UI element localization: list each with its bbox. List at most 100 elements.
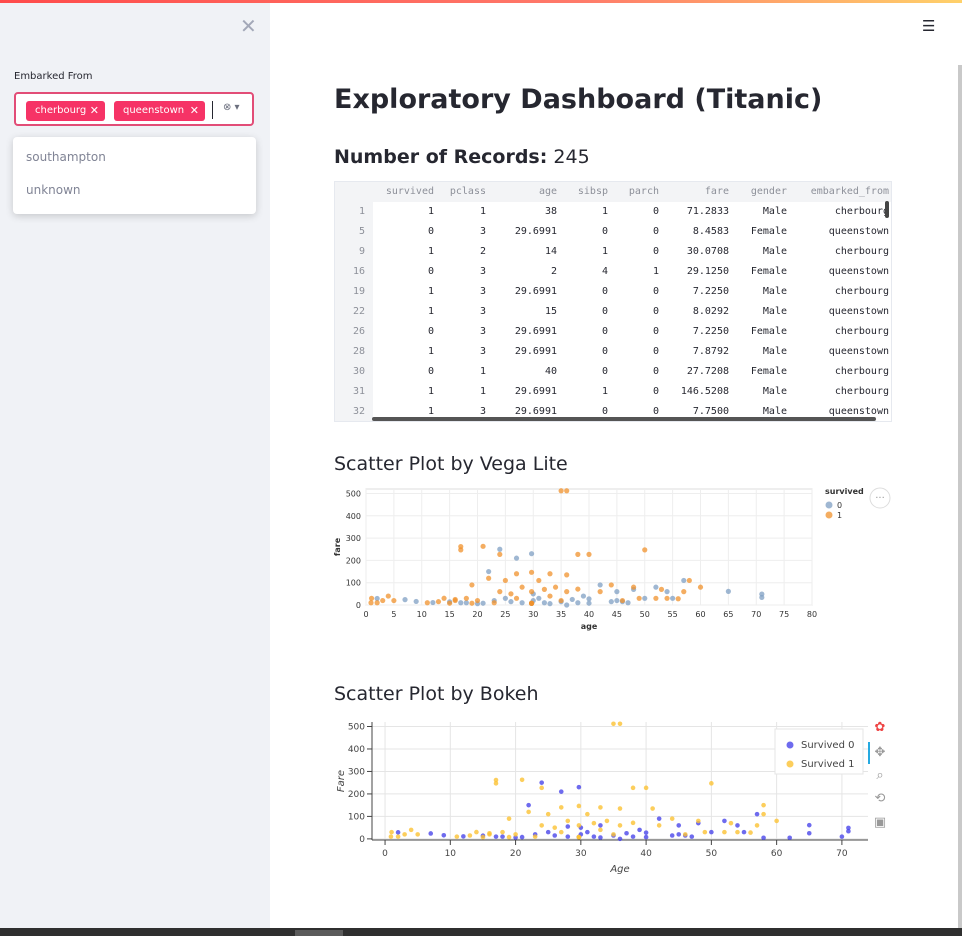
chip-remove-icon[interactable]: ✕ xyxy=(190,101,199,121)
table-horizontal-scrollbar[interactable] xyxy=(372,417,876,421)
save-icon[interactable]: ▣ xyxy=(874,815,886,830)
x-tick-label: 50 xyxy=(706,849,718,859)
column-header[interactable]: gender xyxy=(751,186,787,197)
data-point xyxy=(675,596,681,602)
data-point xyxy=(697,584,704,590)
data-table[interactable]: survived pclass age sibsp parch fare gender emb… xyxy=(334,181,892,422)
row-index: 30 xyxy=(352,366,365,377)
data-point xyxy=(368,595,375,601)
table-cell: 0 xyxy=(601,366,608,377)
table-vertical-scrollbar[interactable] xyxy=(885,201,889,218)
column-header[interactable]: sibsp xyxy=(578,186,608,197)
column-header[interactable]: embarked_from xyxy=(811,186,889,197)
legend-swatch xyxy=(825,511,833,519)
table-cell: 29.6991 xyxy=(514,326,557,337)
data-point xyxy=(754,811,760,817)
data-point xyxy=(689,834,695,839)
column-header[interactable]: age xyxy=(539,186,557,197)
data-point xyxy=(447,600,453,606)
pan-icon[interactable]: ✥ xyxy=(875,745,886,760)
chip-remove-icon[interactable]: ✕ xyxy=(90,101,99,121)
data-point xyxy=(454,834,460,839)
x-tick-label: 45 xyxy=(612,610,622,619)
data-point xyxy=(513,555,520,561)
data-point xyxy=(547,571,553,577)
bokeh-chart-title: Scatter Plot by Bokeh xyxy=(334,683,539,705)
data-point xyxy=(424,600,430,606)
data-point xyxy=(681,577,687,584)
row-index: 1 xyxy=(358,206,365,217)
vega-scatter-chart[interactable]: 0 5 10 15 20 25 30 35 40 45 50 55 60 65 70 75 8001002003… xyxy=(334,483,894,638)
x-tick-label: 40 xyxy=(640,849,652,859)
table-cell: Female xyxy=(750,326,787,337)
data-point xyxy=(597,589,603,595)
data-point xyxy=(664,589,670,595)
table-cell: Male xyxy=(762,306,787,317)
table-cell: 0 xyxy=(652,286,659,297)
scroll-thumb[interactable] xyxy=(295,930,343,936)
data-point xyxy=(748,830,753,835)
page-scrollbar[interactable] xyxy=(958,65,962,936)
dropdown-options: southampton unknown xyxy=(13,137,256,214)
data-point xyxy=(493,834,499,839)
page-title: Exploratory Dashboard (Titanic) xyxy=(334,84,823,115)
embarked-multiselect[interactable]: cherbourg ✕ queenstown ✕ ⊗ ▾ xyxy=(14,92,254,126)
reset-icon[interactable]: ⟲ xyxy=(875,791,886,806)
table-cell: 40 xyxy=(544,366,557,377)
data-point xyxy=(653,584,659,590)
y-tick-label: 200 xyxy=(348,790,365,800)
box-zoom-icon[interactable]: ⌕ xyxy=(876,768,883,783)
row-index: 22 xyxy=(352,306,365,317)
table-cell: cherbourg xyxy=(834,206,889,217)
data-point xyxy=(402,832,407,837)
y-tick-label: 100 xyxy=(348,812,365,822)
column-header[interactable]: survived xyxy=(386,186,434,197)
data-point xyxy=(686,577,692,584)
data-point xyxy=(630,785,636,791)
bokeh-logo-icon[interactable]: ✿ xyxy=(875,720,886,735)
data-point xyxy=(598,823,603,828)
row-index: 31 xyxy=(352,386,365,397)
data-point xyxy=(643,830,649,835)
bottom-scrollbar[interactable] xyxy=(0,928,962,936)
data-point xyxy=(458,547,464,553)
y-tick-label: 400 xyxy=(348,745,365,755)
option-southampton[interactable]: southampton xyxy=(26,150,106,164)
table-cell: 4 xyxy=(601,266,608,277)
close-icon[interactable]: ✕ xyxy=(240,14,257,38)
column-header[interactable]: pclass xyxy=(450,186,486,197)
table-cell: 1 xyxy=(427,246,434,257)
data-point xyxy=(541,586,547,592)
option-unknown[interactable]: unknown xyxy=(26,183,81,197)
hamburger-menu-icon[interactable]: ☰ xyxy=(922,17,935,35)
y-tick-label: 500 xyxy=(346,489,361,498)
data-point xyxy=(653,595,659,601)
x-tick-label: 25 xyxy=(500,610,510,619)
data-point xyxy=(536,577,542,584)
x-tick-label: 80 xyxy=(807,610,817,619)
data-point xyxy=(506,834,512,840)
data-point xyxy=(513,571,520,577)
data-point xyxy=(702,829,708,835)
data-point xyxy=(402,597,408,603)
data-point xyxy=(735,823,740,828)
column-header[interactable]: parch xyxy=(629,186,659,197)
data-point xyxy=(500,829,505,835)
data-point xyxy=(545,829,551,835)
bokeh-scatter-chart[interactable]: 0 10 20 30 40 50 60 70 0 100 200 300 400 500 Age Fare Su… xyxy=(334,716,894,878)
data-point xyxy=(761,811,766,817)
data-point xyxy=(480,834,486,840)
data-point xyxy=(759,591,765,597)
table-cell: 7.2250 xyxy=(692,326,729,337)
clear-all-icon[interactable]: ⊗ ▾ xyxy=(223,102,240,113)
x-axis-label: age xyxy=(581,622,598,631)
table-cell: 3 xyxy=(479,226,486,237)
data-point xyxy=(506,816,512,821)
data-point xyxy=(545,811,551,817)
x-tick-label: 50 xyxy=(640,610,650,619)
column-header[interactable]: fare xyxy=(705,186,729,197)
row-index: 9 xyxy=(358,246,365,257)
table-cell: Male xyxy=(762,346,787,357)
data-point xyxy=(502,577,508,584)
x-tick-label: 10 xyxy=(417,610,427,619)
